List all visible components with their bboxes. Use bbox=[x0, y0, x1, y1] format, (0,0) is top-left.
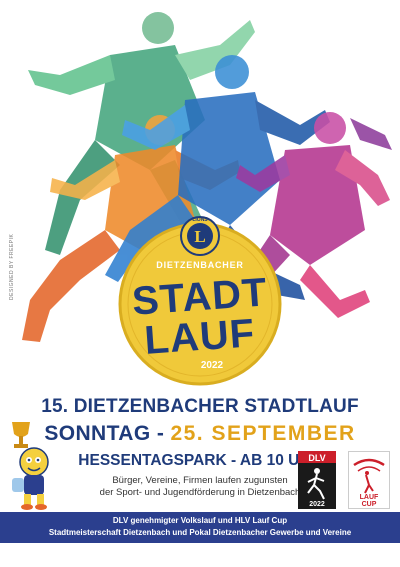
footer-line-2: Stadtmeisterschaft Dietzenbach und Pokal… bbox=[48, 528, 352, 537]
svg-text:L: L bbox=[194, 227, 205, 246]
dlv-logo-text: DLV bbox=[308, 453, 325, 463]
event-date: 25. SEPTEMBER bbox=[170, 422, 356, 445]
lions-club-text: LIONS bbox=[192, 217, 208, 223]
footer-line-1: DLV genehmigter Volkslauf und HLV Lauf C… bbox=[112, 516, 288, 525]
cup-logo-line-1: LAUF bbox=[360, 494, 379, 501]
event-title: 15. DIETZENBACHER STADTLAUF bbox=[41, 396, 359, 417]
runners-artwork: L LIONS DIETZENBACHER STADT LAUF 2022 bbox=[22, 12, 392, 386]
hlv-lauf-cup-logo: LAUF CUP bbox=[348, 451, 390, 509]
dlv-logo: DLV 2022 bbox=[298, 451, 336, 509]
badge-arc-text: DIETZENBACHER bbox=[156, 260, 243, 270]
cup-logo-line-2: CUP bbox=[362, 501, 377, 508]
event-venue: HESSENTAGSPARK - AB 10 UHR bbox=[78, 452, 322, 469]
event-day: SONNTAG bbox=[44, 422, 151, 445]
badge-title-lauf: LAUF bbox=[143, 311, 256, 363]
poster: L LIONS DIETZENBACHER STADT LAUF 2022 DE… bbox=[0, 0, 400, 567]
date-separator: - bbox=[150, 422, 171, 445]
designer-credit: DESIGNED BY FREEPIK bbox=[9, 233, 15, 300]
dlv-logo-year: 2022 bbox=[309, 501, 325, 508]
mascot-trophy-image bbox=[12, 422, 49, 510]
event-date-line: SONNTAG - 25. SEPTEMBER bbox=[0, 422, 400, 446]
badge-year: 2022 bbox=[201, 360, 224, 371]
